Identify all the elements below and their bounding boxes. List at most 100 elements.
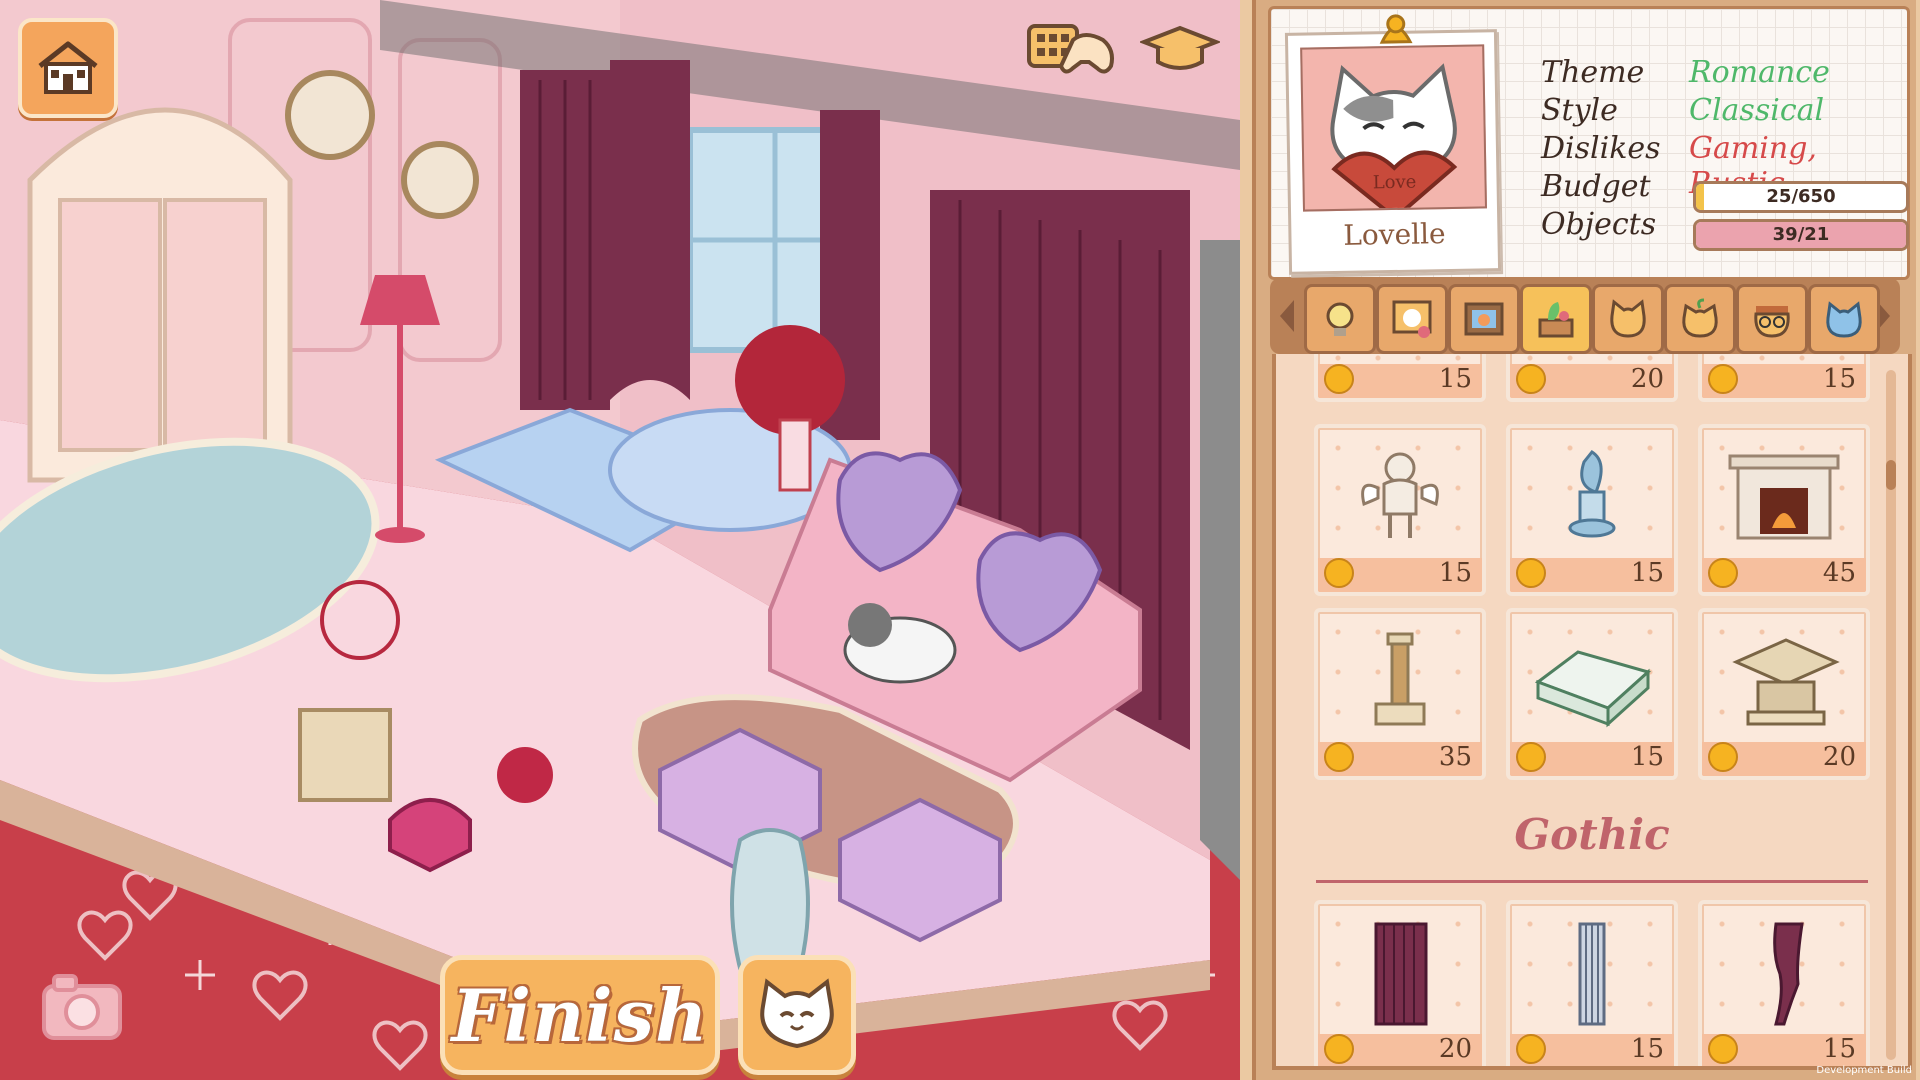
objects-label: Objects: [1541, 207, 1657, 242]
cat-hat-icon: [1826, 301, 1862, 338]
side-panel: Love Lovelle Theme Romance Style Classic…: [1240, 0, 1920, 1080]
camera-button[interactable]: [40, 970, 124, 1042]
catalog-item-r2-c1[interactable]: 35: [1314, 608, 1486, 780]
item-price: 15: [1822, 364, 1856, 394]
theme-value: Romance: [1689, 55, 1830, 90]
item-price: 20: [1822, 742, 1856, 772]
coin-icon: [1516, 742, 1546, 772]
graduation-cap-icon: [1140, 25, 1220, 70]
objects-value: 39/21: [1772, 224, 1830, 245]
theme-label: Theme: [1541, 55, 1645, 90]
catalog-scroll-thumb[interactable]: [1886, 460, 1896, 490]
fireplace-icon: [1728, 454, 1840, 540]
client-name: Lovelle: [1342, 217, 1446, 252]
catalog-scrollbar[interactable]: [1886, 370, 1896, 1060]
item-price: 35: [1438, 742, 1472, 772]
coin-icon: [1708, 1034, 1738, 1064]
item-catalog[interactable]: 15 20 15 15 15 45 35 15 20 20 15 15 Gothic: [1272, 354, 1912, 1070]
cat-face-icon: [760, 978, 834, 1049]
build-tag: Development Build: [1816, 1065, 1912, 1076]
section-divider: [1316, 880, 1868, 883]
cat-glasses-icon: [1754, 306, 1790, 338]
picture-frame-icon: [1464, 302, 1504, 336]
lightbulb-icon: [1326, 302, 1354, 336]
home-button[interactable]: [18, 18, 118, 118]
coin-icon: [1708, 742, 1738, 772]
item-price: 15: [1630, 558, 1664, 588]
camera-icon: [42, 974, 122, 1040]
item-price: 15: [1630, 742, 1664, 772]
grey-curtain-icon: [1578, 922, 1606, 1026]
catalog-item-gothic-1[interactable]: 20: [1314, 900, 1486, 1066]
tutorial-button[interactable]: [1140, 20, 1220, 80]
coin-icon: [1324, 364, 1354, 394]
catalog-item-top-3[interactable]: 15: [1698, 354, 1870, 402]
coin-icon: [1516, 364, 1546, 394]
cat-plant-icon: [1682, 298, 1718, 338]
coin-icon: [1708, 364, 1738, 394]
tied-curtain-icon: [1773, 922, 1804, 1026]
category-tabs: [1270, 278, 1900, 354]
tabs-left-arrow-icon[interactable]: [1276, 298, 1298, 334]
coin-icon: [1516, 1034, 1546, 1064]
cat-helper-button[interactable]: [738, 955, 856, 1075]
catalog-item-r1-c3[interactable]: 45: [1698, 424, 1870, 596]
catalog-item-r1-c2[interactable]: 15: [1506, 424, 1678, 596]
category-tab-7[interactable]: [1736, 284, 1808, 354]
category-tab-4[interactable]: [1520, 284, 1592, 354]
coin-icon: [1324, 742, 1354, 772]
style-value: Classical: [1689, 93, 1825, 128]
item-price: 45: [1822, 558, 1856, 588]
client-cat-avatar: Love: [1300, 44, 1487, 212]
stone-pedestal-icon: [1732, 638, 1840, 726]
house-icon: [38, 41, 98, 94]
client-card: Love Lovelle Theme Romance Style Classic…: [1268, 6, 1910, 280]
item-price: 15: [1822, 1034, 1856, 1064]
plant-box-icon: [1538, 302, 1574, 338]
cat-painting-icon: [1392, 300, 1432, 338]
room-view[interactable]: Finish: [0, 0, 1240, 1080]
category-tab-5[interactable]: [1592, 284, 1664, 354]
section-title-gothic: Gothic: [1514, 810, 1670, 859]
cupid-statue-icon: [1361, 452, 1439, 538]
item-price: 20: [1630, 364, 1664, 394]
budget-bar: 25/650: [1693, 181, 1909, 213]
catalog-item-gothic-2[interactable]: 15: [1506, 900, 1678, 1066]
catalog-item-top-2[interactable]: 20: [1506, 354, 1678, 402]
cat-face-icon: [1610, 299, 1646, 338]
coin-icon: [1708, 558, 1738, 588]
category-tab-6[interactable]: [1664, 284, 1736, 354]
catalog-item-r2-c3[interactable]: 20: [1698, 608, 1870, 780]
budget-value: 25/650: [1766, 186, 1836, 207]
gamepad-icon: [1027, 24, 1114, 74]
category-tab-2[interactable]: [1376, 284, 1448, 354]
stone-block-icon: [1534, 650, 1652, 728]
clip-icon: [1379, 14, 1413, 44]
coin-icon: [1324, 558, 1354, 588]
portrait-heart-text: Love: [1373, 172, 1417, 194]
gaming-filter-button[interactable]: [1025, 18, 1120, 80]
client-portrait: Love Lovelle: [1284, 14, 1502, 275]
finish-button[interactable]: Finish: [440, 955, 720, 1075]
style-label: Style: [1541, 93, 1618, 128]
budget-label: Budget: [1541, 169, 1651, 204]
item-price: 20: [1438, 1034, 1472, 1064]
item-price: 15: [1630, 1034, 1664, 1064]
room-illustration: [0, 0, 1240, 1080]
category-tab-3[interactable]: [1448, 284, 1520, 354]
catalog-item-r2-c2[interactable]: 15: [1506, 608, 1678, 780]
coin-icon: [1324, 1034, 1354, 1064]
coin-icon: [1516, 558, 1546, 588]
catalog-item-r1-c1[interactable]: 15: [1314, 424, 1486, 596]
item-price: 15: [1438, 364, 1472, 394]
fish-statue-icon: [1568, 450, 1616, 538]
category-tab-8[interactable]: [1808, 284, 1880, 354]
catalog-item-gothic-3[interactable]: 15: [1698, 900, 1870, 1066]
catalog-item-top-1[interactable]: 15: [1314, 354, 1486, 402]
dark-curtain-icon: [1374, 922, 1428, 1026]
category-tab-1[interactable]: [1304, 284, 1376, 354]
column-pedestal-icon: [1374, 632, 1426, 726]
item-price: 15: [1438, 558, 1472, 588]
dislikes-label: Dislikes: [1541, 131, 1661, 166]
objects-bar: 39/21: [1693, 219, 1909, 251]
